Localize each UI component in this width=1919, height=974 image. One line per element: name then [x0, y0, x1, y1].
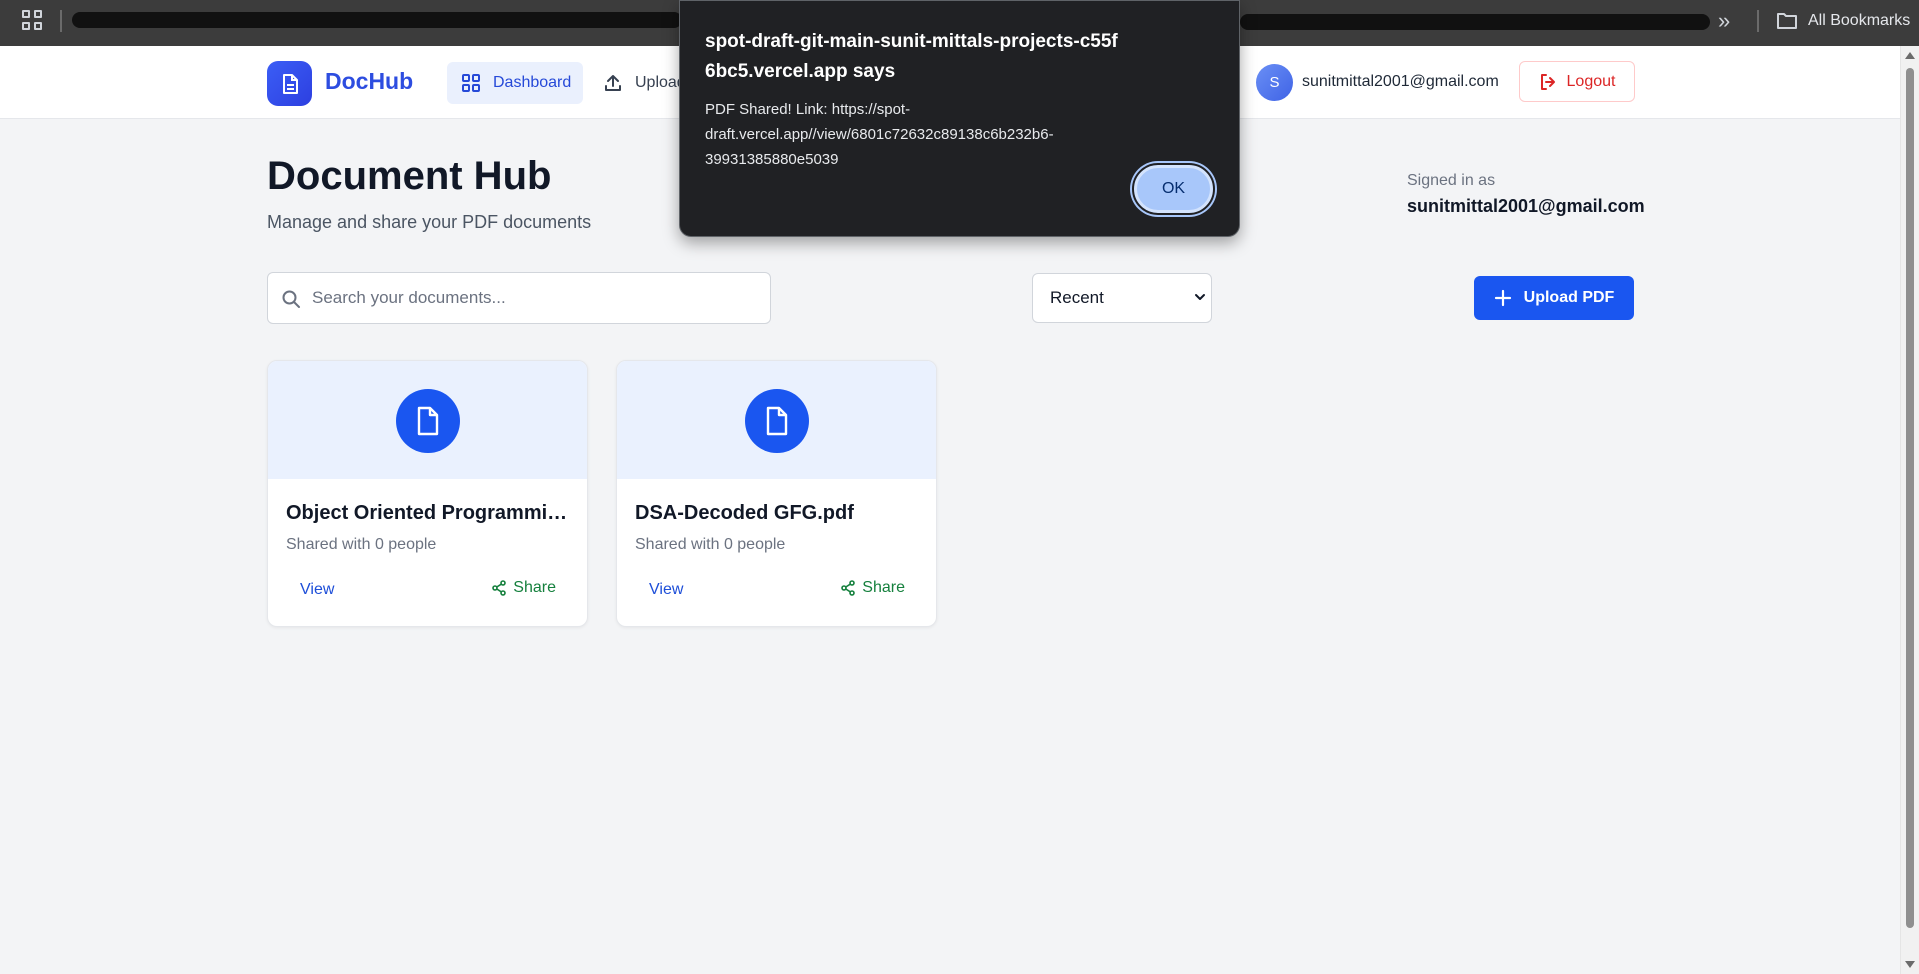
alert-dialog: spot-draft-git-main-sunit-mittals-projec… [679, 0, 1240, 237]
logo-badge[interactable] [267, 61, 312, 106]
file-icon [766, 406, 788, 436]
card-preview [617, 361, 936, 479]
document-title: DSA-Decoded GFG.pdf [635, 502, 854, 524]
share-label: Share [513, 579, 556, 596]
file-icon [417, 406, 439, 436]
signed-in-label: Signed in as [1407, 172, 1496, 189]
logout-button[interactable]: Logout [1519, 61, 1635, 102]
search-box [267, 272, 771, 324]
chevron-down-icon [1195, 294, 1205, 300]
nav-upload[interactable]: Upload [603, 62, 686, 104]
nav-dashboard[interactable]: Dashboard [447, 62, 583, 104]
document-card: Object Oriented Programmin... Shared wit… [267, 360, 588, 627]
card-preview [268, 361, 587, 479]
document-shared-count: Shared with 0 people [286, 536, 437, 553]
folder-icon [1777, 13, 1797, 29]
scrollbar-thumb[interactable] [1906, 68, 1914, 928]
page-title: Document Hub [267, 154, 552, 198]
all-bookmarks-label: All Bookmarks [1808, 12, 1911, 29]
share-icon [492, 580, 507, 596]
share-button[interactable]: Share [840, 579, 905, 597]
apps-grid-icon[interactable] [22, 10, 44, 32]
plus-icon [1494, 289, 1511, 307]
more-bookmarks-button[interactable]: » [1718, 8, 1730, 34]
upload-pdf-button[interactable]: Upload PDF [1474, 276, 1634, 320]
all-bookmarks-button[interactable]: All Bookmarks [1776, 8, 1910, 34]
sort-select[interactable]: Recent [1032, 273, 1212, 323]
file-icon-badge [745, 389, 809, 453]
document-title: Object Oriented Programmin... [286, 502, 576, 524]
document-card: DSA-Decoded GFG.pdf Shared with 0 people… [616, 360, 937, 627]
page-scrollbar[interactable] [1900, 46, 1919, 974]
upload-pdf-label: Upload PDF [1523, 289, 1615, 306]
search-input[interactable] [312, 273, 762, 323]
dialog-ok-button[interactable]: OK [1132, 163, 1215, 215]
view-button[interactable]: View [300, 581, 334, 599]
share-button[interactable]: Share [491, 579, 556, 597]
logout-label: Logout [1566, 72, 1616, 90]
scroll-up-arrow-icon[interactable] [1905, 52, 1915, 59]
avatar[interactable]: S [1256, 64, 1293, 101]
dialog-title: spot-draft-git-main-sunit-mittals-projec… [705, 31, 1118, 82]
redacted-bookmarks [72, 12, 682, 28]
redacted-bookmarks [1240, 14, 1710, 30]
nav-dashboard-label: Dashboard [493, 74, 572, 91]
share-icon [841, 580, 856, 596]
logout-icon [1540, 73, 1555, 90]
file-icon-badge [396, 389, 460, 453]
document-icon [282, 73, 298, 94]
bookmarks-divider [60, 10, 62, 32]
dialog-message: PDF Shared! Link: https://spot-draft.ver… [705, 101, 1054, 168]
view-button[interactable]: View [649, 581, 683, 599]
header-user-email: sunitmittal2001@gmail.com [1302, 73, 1499, 90]
page-subtitle: Manage and share your PDF documents [267, 212, 592, 232]
share-label: Share [862, 579, 905, 596]
upload-icon [605, 75, 621, 91]
search-icon [282, 290, 300, 308]
sort-selected-value: Recent [1050, 288, 1104, 307]
scroll-down-arrow-icon[interactable] [1905, 961, 1915, 968]
document-shared-count: Shared with 0 people [635, 536, 786, 553]
grid-icon [462, 74, 480, 92]
logo-text[interactable]: DocHub [325, 68, 413, 95]
signed-in-email: sunitmittal2001@gmail.com [1407, 196, 1645, 216]
bookmarks-divider [1757, 10, 1759, 32]
